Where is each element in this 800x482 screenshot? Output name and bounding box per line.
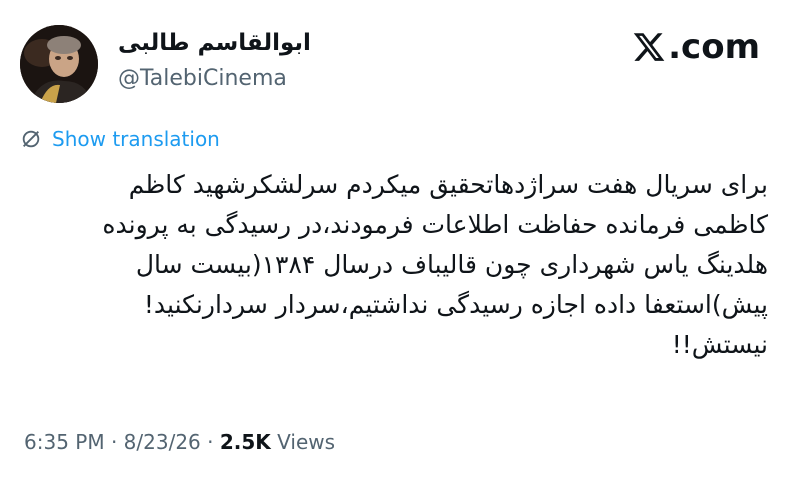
author-handle[interactable]: @TalebiCinema <box>118 66 287 91</box>
meta-separator: · <box>104 430 124 454</box>
tweet-meta: 6:35 PM · 8/23/26 · 2.5K Views <box>24 430 335 454</box>
views-label: Views <box>270 430 336 454</box>
globe-strike-icon <box>22 130 40 148</box>
avatar[interactable] <box>20 25 98 103</box>
site-brand: .com <box>632 27 760 67</box>
tweet-date[interactable]: 8/23/26 <box>124 430 201 454</box>
views-count: 2.5K <box>219 430 271 454</box>
site-domain: .com <box>668 27 760 67</box>
tweet-text: برای سریال هفت سراژدهاتحقیق میکردم سرلشک… <box>102 170 768 359</box>
x-logo-icon <box>633 33 665 61</box>
tweet-time[interactable]: 6:35 PM <box>24 430 105 454</box>
show-translation-link[interactable]: Show translation <box>20 127 220 151</box>
meta-separator: · <box>200 430 220 454</box>
show-translation-label: Show translation <box>52 127 220 151</box>
author-display-name[interactable]: ابوالقاسم طالبی <box>118 30 311 56</box>
